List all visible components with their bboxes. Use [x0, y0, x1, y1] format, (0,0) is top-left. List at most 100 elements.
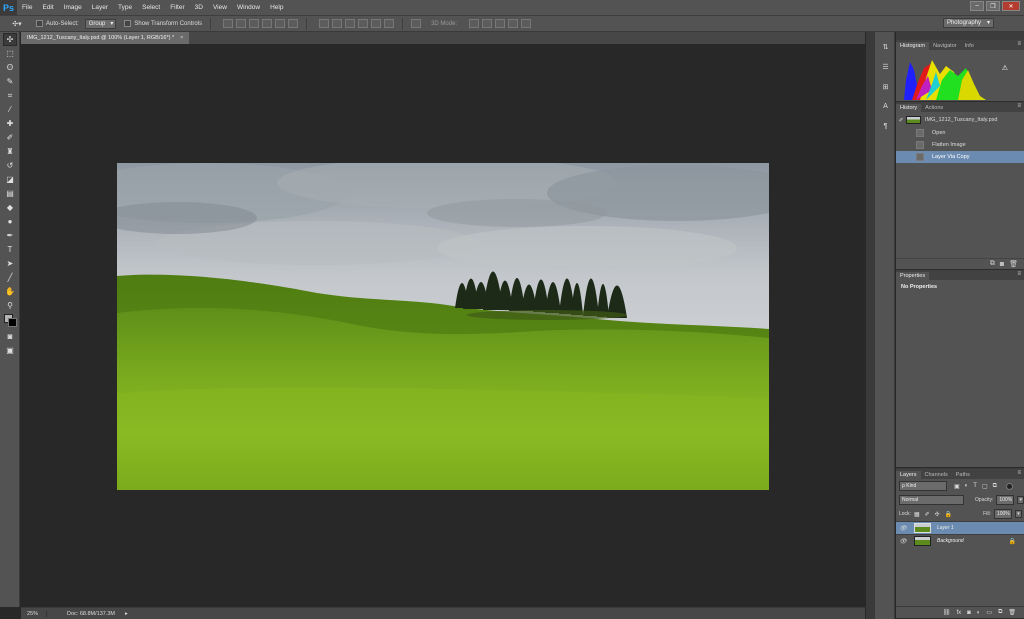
eyedropper-tool-icon[interactable]: ⁄ [3, 103, 17, 116]
menu-type[interactable]: Type [113, 4, 137, 11]
status-menu-arrow[interactable]: ▸ [125, 611, 128, 617]
type-tool-icon[interactable]: T [3, 243, 17, 256]
menu-3d[interactable]: 3D [190, 4, 208, 11]
history-snapshot[interactable]: ✐ IMG_1212_Tuscany_Italy.psd [896, 113, 1024, 127]
layer-style-icon[interactable]: fx [956, 610, 961, 616]
history-state[interactable]: Open [896, 127, 1024, 139]
close-button[interactable]: ✕ [1002, 1, 1020, 11]
3d-rotate-icon[interactable] [469, 19, 480, 28]
trash-icon[interactable]: 🗑 [1009, 260, 1018, 268]
workspace-select[interactable]: Photography [942, 18, 994, 28]
tab-paths[interactable]: Paths [952, 471, 974, 479]
layer-kind-filter-select[interactable]: ρ Kind [899, 481, 947, 491]
fill-input[interactable]: 100% [993, 509, 1012, 519]
camera-snapshot-icon[interactable]: ◙ [1000, 261, 1004, 268]
distribute-hcenter-icon[interactable] [371, 19, 382, 28]
panel-menu-icon[interactable]: ≡ [1017, 271, 1021, 277]
pen-tool-icon[interactable]: ✒ [3, 229, 17, 242]
smart-object-filter-icon[interactable]: ⧉ [993, 483, 997, 490]
zoom-level[interactable]: 25% [21, 610, 48, 617]
tab-actions[interactable]: Actions [921, 104, 947, 112]
tab-histogram[interactable]: Histogram [896, 42, 930, 50]
menu-file[interactable]: File [17, 4, 37, 11]
eye-icon[interactable]: 👁 [896, 538, 910, 545]
distribute-top-icon[interactable] [319, 19, 330, 28]
align-top-edges-icon[interactable] [223, 19, 234, 28]
trash-icon[interactable]: 🗑 [1008, 609, 1016, 616]
background-color-swatch[interactable] [8, 318, 17, 327]
dodge-tool-icon[interactable]: ● [3, 215, 17, 228]
screen-mode-icon[interactable]: ▣ [3, 344, 17, 357]
distribute-vcenter-icon[interactable] [332, 19, 343, 28]
clone-stamp-tool-icon[interactable]: ♜ [3, 145, 17, 158]
lock-all-icon[interactable]: 🔒 [945, 511, 952, 518]
align-left-edges-icon[interactable] [262, 19, 273, 28]
new-document-from-state-icon[interactable]: ⧉ [990, 260, 995, 268]
hand-tool-icon[interactable]: ✋ [3, 285, 17, 298]
crop-tool-icon[interactable]: ⌗ [3, 89, 17, 102]
eraser-tool-icon[interactable]: ◪ [3, 173, 17, 186]
eye-icon[interactable]: 👁 [896, 525, 910, 532]
pixel-filter-icon[interactable]: ▣ [954, 483, 960, 490]
paragraph-icon[interactable]: ¶ [879, 121, 892, 132]
align-bottom-edges-icon[interactable] [249, 19, 260, 28]
type-filter-icon[interactable]: T [973, 483, 977, 490]
menu-view[interactable]: View [208, 4, 232, 11]
blur-tool-icon[interactable]: ◆ [3, 201, 17, 214]
opacity-dropdown-icon[interactable]: ▾ [1017, 496, 1024, 504]
add-mask-icon[interactable]: ◙ [967, 610, 971, 616]
quick-select-tool-icon[interactable]: ✎ [3, 75, 17, 88]
quick-mask-icon[interactable]: ◙ [3, 330, 17, 343]
distribute-bottom-icon[interactable] [345, 19, 356, 28]
healing-brush-tool-icon[interactable]: ✚ [3, 117, 17, 130]
menu-help[interactable]: Help [265, 4, 288, 11]
auto-select-checkbox[interactable] [36, 20, 43, 27]
3d-slide-icon[interactable] [508, 19, 519, 28]
new-layer-icon[interactable]: ⧉ [998, 609, 1002, 616]
shape-filter-icon[interactable]: ▢ [982, 483, 988, 490]
close-icon[interactable]: × [180, 35, 183, 41]
tab-info[interactable]: Info [961, 42, 978, 50]
tab-navigator[interactable]: Navigator [929, 42, 961, 50]
auto-align-icon[interactable] [411, 19, 422, 28]
auto-select-target-select[interactable]: Group [84, 18, 117, 29]
panel-menu-icon[interactable]: ≡ [1017, 41, 1021, 47]
restore-button[interactable]: ❐ [986, 1, 1000, 11]
align-horizontal-centers-icon[interactable] [275, 19, 286, 28]
brush-tool-icon[interactable]: ✐ [3, 131, 17, 144]
tab-layers[interactable]: Layers [896, 471, 921, 479]
minimize-button[interactable]: – [970, 1, 984, 11]
lasso-tool-icon[interactable]: ʘ [3, 61, 17, 74]
history-brush-tool-icon[interactable]: ↺ [3, 159, 17, 172]
distribute-right-icon[interactable] [384, 19, 395, 28]
distribute-left-icon[interactable] [358, 19, 369, 28]
cache-warning-icon[interactable]: ⚠ [1002, 64, 1008, 72]
tool-presets-icon[interactable]: ⇅ [879, 41, 892, 52]
move-tool-icon[interactable]: ✣ [3, 33, 17, 46]
adjustments-icon[interactable]: ☰ [879, 61, 892, 72]
character-icon[interactable]: A [879, 101, 892, 112]
3d-roll-icon[interactable] [482, 19, 493, 28]
align-right-edges-icon[interactable] [288, 19, 299, 28]
panel-menu-icon[interactable]: ≡ [1017, 470, 1021, 476]
filter-toggle-switch[interactable] [1005, 482, 1013, 490]
history-state[interactable]: Flatten Image [896, 139, 1024, 151]
menu-filter[interactable]: Filter [165, 4, 189, 11]
line-tool-icon[interactable]: ╱ [3, 271, 17, 284]
marquee-tool-icon[interactable]: ⬚ [3, 47, 17, 60]
tab-history[interactable]: History [896, 104, 922, 112]
transform-controls-checkbox[interactable] [124, 20, 132, 27]
menu-layer[interactable]: Layer [87, 4, 113, 11]
adjustment-layer-icon[interactable]: ◐ [977, 610, 981, 616]
layer-item-layer-1[interactable]: 👁 Layer 1 [896, 521, 1024, 534]
menu-window[interactable]: Window [232, 4, 265, 11]
gradient-tool-icon[interactable]: ▤ [3, 187, 17, 200]
menu-edit[interactable]: Edit [37, 4, 58, 11]
menu-image[interactable]: Image [59, 4, 87, 11]
adjustment-filter-icon[interactable]: ◐ [965, 483, 969, 490]
lock-position-icon[interactable]: ✣ [935, 511, 940, 518]
move-tool-preset-icon[interactable]: ✣▾ [6, 18, 28, 30]
document-tab[interactable]: IMG_1212_Tuscany_Italy.psd @ 100% (Layer… [21, 32, 190, 44]
canvas-area[interactable] [21, 44, 865, 607]
layer-name[interactable]: Layer 1 [937, 525, 954, 531]
